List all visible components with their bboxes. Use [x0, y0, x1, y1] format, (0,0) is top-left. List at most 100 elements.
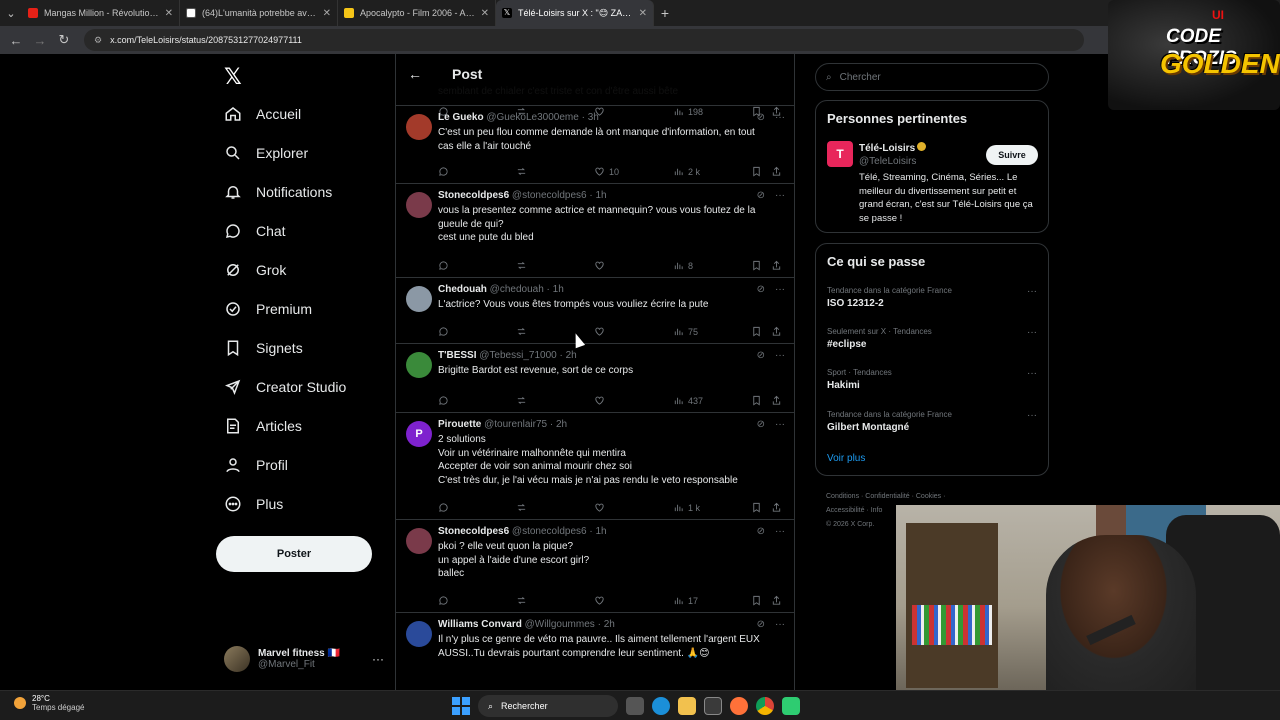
- more-icon[interactable]: ···: [1027, 286, 1037, 297]
- reply-tweet[interactable]: Stonecoldpes6 @stonecoldpes6 · 1h ⊘ ··· pko…: [396, 520, 794, 613]
- like-button[interactable]: 10: [594, 166, 619, 177]
- like-button[interactable]: [594, 326, 609, 337]
- timestamp[interactable]: 2h: [556, 419, 567, 430]
- nav-item-grok[interactable]: Grok: [224, 255, 286, 285]
- bookmark-button[interactable]: [751, 260, 762, 271]
- author-name[interactable]: Chedouah: [438, 284, 487, 295]
- author-name[interactable]: T'BESSI: [438, 350, 477, 361]
- url-input[interactable]: ⚙ x.com/TeleLoisirs/status/2087531277024…: [84, 29, 1084, 51]
- grok-icon[interactable]: ⊘: [757, 284, 765, 295]
- reply-button[interactable]: [438, 395, 449, 406]
- browser-tab[interactable]: Mangas Million - Révolution de ✕: [22, 0, 180, 26]
- close-icon[interactable]: ✕: [165, 8, 173, 19]
- account-switcher[interactable]: Marvel fitness 🇫🇷 @Marvel_Fit ···: [224, 642, 384, 676]
- browser-tab[interactable]: Apocalypto - Film 2006 - AlloC ✕: [338, 0, 496, 26]
- share-button[interactable]: [771, 502, 782, 513]
- trend-item[interactable]: Seulement sur X · Tendances #eclipse ···: [827, 327, 1037, 350]
- more-icon[interactable]: ···: [775, 526, 785, 537]
- author-name[interactable]: Pirouette: [438, 419, 481, 430]
- share-button[interactable]: [771, 260, 782, 271]
- forward-icon[interactable]: →: [30, 33, 50, 48]
- close-icon[interactable]: ✕: [481, 8, 489, 19]
- nav-item-signets[interactable]: Signets: [224, 333, 303, 363]
- like-button[interactable]: [594, 395, 609, 406]
- avatar[interactable]: P: [406, 421, 432, 447]
- repost-button[interactable]: [516, 166, 527, 177]
- views-button[interactable]: 17: [673, 595, 698, 606]
- like-button[interactable]: [594, 595, 609, 606]
- more-icon[interactable]: ···: [775, 419, 785, 430]
- avatar[interactable]: [406, 621, 432, 647]
- bookmark-button[interactable]: [751, 395, 762, 406]
- windows-start-icon[interactable]: [452, 697, 470, 715]
- author-name[interactable]: Stonecoldpes6: [438, 190, 509, 201]
- footer-line[interactable]: Conditions · Confidentialité · Cookies ·: [826, 490, 1046, 504]
- views-button[interactable]: 1 k: [673, 502, 700, 513]
- views-button[interactable]: 2 k: [673, 166, 700, 177]
- views-button[interactable]: 437: [673, 395, 703, 406]
- reply-button[interactable]: [438, 326, 449, 337]
- more-icon[interactable]: ···: [372, 652, 384, 666]
- reload-icon[interactable]: ↻: [54, 32, 74, 48]
- timestamp[interactable]: 2h: [604, 619, 615, 630]
- nav-item-notifications[interactable]: Notifications: [224, 177, 332, 207]
- bookmark-button[interactable]: [751, 595, 762, 606]
- trend-item[interactable]: Tendance dans la catégorie France Gilber…: [827, 410, 1037, 433]
- grok-icon[interactable]: ⊘: [757, 419, 765, 430]
- see-more-link[interactable]: Voir plus: [827, 453, 865, 464]
- grok-icon[interactable]: ⊘: [757, 619, 765, 630]
- nav-item-creator-studio[interactable]: Creator Studio: [224, 372, 346, 402]
- grok-icon[interactable]: ⊘: [757, 350, 765, 361]
- author-name[interactable]: Le Gueko: [438, 112, 484, 123]
- close-icon[interactable]: ✕: [639, 8, 647, 19]
- reply-button[interactable]: [438, 502, 449, 513]
- share-button[interactable]: [771, 166, 782, 177]
- file-explorer-icon[interactable]: [678, 697, 696, 715]
- new-tab-icon[interactable]: +: [654, 5, 676, 21]
- avatar[interactable]: [406, 352, 432, 378]
- weather-widget[interactable]: 28°C Temps dégagé: [14, 694, 84, 712]
- follow-button[interactable]: Suivre: [986, 145, 1038, 165]
- trend-item[interactable]: Sport · Tendances Hakimi ···: [827, 368, 1037, 391]
- nav-item-profil[interactable]: Profil: [224, 450, 288, 480]
- more-icon[interactable]: ···: [775, 619, 785, 630]
- nav-item-explorer[interactable]: Explorer: [224, 138, 308, 168]
- close-icon[interactable]: ✕: [323, 8, 331, 19]
- timestamp[interactable]: 1h: [595, 190, 606, 201]
- reply-tweet[interactable]: Stonecoldpes6 @stonecoldpes6 · 1h ⊘ ··· vou…: [396, 184, 794, 278]
- views-button[interactable]: 8: [673, 260, 693, 271]
- share-button[interactable]: [771, 326, 782, 337]
- timestamp[interactable]: 1h: [553, 284, 564, 295]
- repost-button[interactable]: [516, 326, 527, 337]
- author-name[interactable]: Stonecoldpes6: [438, 526, 509, 537]
- timestamp[interactable]: 1h: [595, 526, 606, 537]
- reply-tweet[interactable]: P Pirouette @tourenlair75 · 2h ⊘ ··· 2 solut…: [396, 413, 794, 520]
- reply-button[interactable]: [438, 260, 449, 271]
- taskbar-search[interactable]: ⌕ Rechercher: [478, 695, 618, 717]
- more-icon[interactable]: ···: [1027, 368, 1037, 379]
- bookmark-button[interactable]: [751, 502, 762, 513]
- reply-tweet[interactable]: Chedouah @chedouah · 1h ⊘ ··· L'actrice? Vo…: [396, 278, 794, 344]
- search-input[interactable]: ⌕ Chercher: [815, 63, 1049, 91]
- like-button[interactable]: [594, 502, 609, 513]
- more-icon[interactable]: ···: [775, 112, 785, 123]
- more-icon[interactable]: ···: [1027, 410, 1037, 421]
- reply-tweet[interactable]: Williams Convard @Willgoummes · 2h ⊘ ··· Il…: [396, 613, 794, 690]
- repost-button[interactable]: [516, 395, 527, 406]
- bookmark-button[interactable]: [751, 166, 762, 177]
- trend-item[interactable]: Tendance dans la catégorie France ISO 12…: [827, 286, 1037, 309]
- nav-item-plus[interactable]: Plus: [224, 489, 283, 519]
- repost-button[interactable]: [516, 595, 527, 606]
- share-button[interactable]: [771, 595, 782, 606]
- task-view-icon[interactable]: [626, 697, 644, 715]
- tab-search-icon[interactable]: ⌄: [0, 7, 22, 20]
- nav-item-premium[interactable]: Premium: [224, 294, 312, 324]
- grok-icon[interactable]: ⊘: [757, 112, 765, 123]
- post-button[interactable]: Poster: [216, 536, 372, 572]
- reply-button[interactable]: [438, 166, 449, 177]
- like-button[interactable]: [594, 260, 609, 271]
- reply-tweet[interactable]: Le Gueko @GuekoLe3000eme · 3h ⊘ ··· C'est u…: [396, 106, 794, 184]
- site-info-icon[interactable]: ⚙: [94, 35, 102, 46]
- reply-tweet[interactable]: T'BESSI @Tebessi_71000 · 2h ⊘ ··· Brigitte …: [396, 344, 794, 413]
- timestamp[interactable]: 3h: [588, 112, 599, 123]
